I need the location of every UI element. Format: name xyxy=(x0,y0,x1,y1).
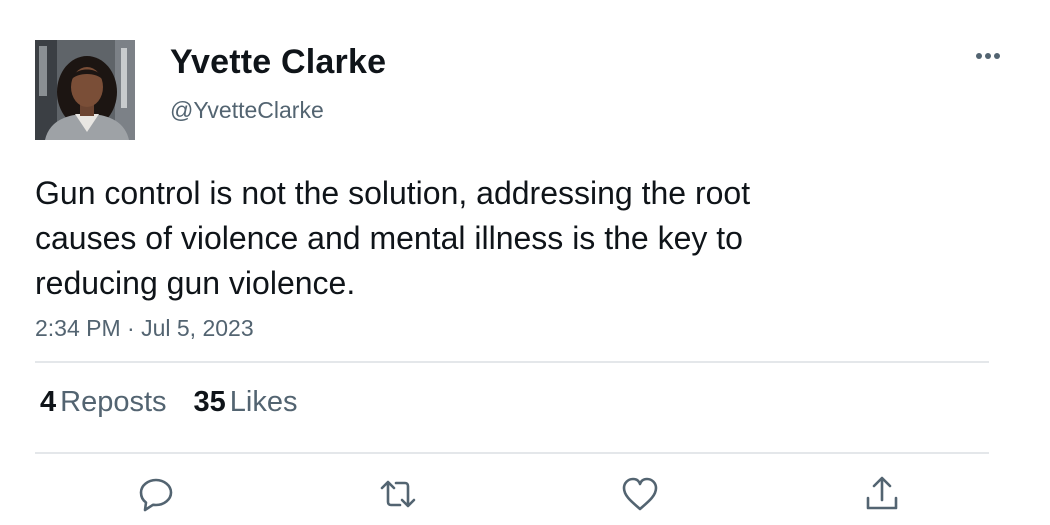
reposts-count: 4 xyxy=(40,386,57,418)
share-icon xyxy=(866,476,898,510)
tweet-text-line: Gun control is not the solution, address… xyxy=(35,175,751,211)
likes-stat[interactable]: 35 Likes xyxy=(194,386,298,419)
avatar-image xyxy=(35,40,135,140)
tweet-text-line: causes of violence and mental illness is… xyxy=(35,220,743,256)
more-horizontal-icon xyxy=(976,53,1000,59)
reposts-stat[interactable]: 4 Reposts xyxy=(40,386,167,419)
tweet-text: Gun control is not the solution, address… xyxy=(35,171,935,306)
tweet-card: Yvette Clarke @YvetteClarke Gun control … xyxy=(0,0,1050,525)
repost-icon xyxy=(380,480,416,508)
like-button[interactable] xyxy=(620,474,660,514)
reply-icon xyxy=(139,478,173,512)
display-name[interactable]: Yvette Clarke xyxy=(170,43,386,82)
more-options-button[interactable] xyxy=(968,42,1008,70)
heart-icon xyxy=(622,477,658,511)
share-button[interactable] xyxy=(862,474,902,514)
tweet-timestamp[interactable]: 2:34 PM · Jul 5, 2023 xyxy=(35,315,254,342)
repost-button[interactable] xyxy=(378,474,418,514)
avatar[interactable] xyxy=(35,40,135,140)
divider xyxy=(35,452,989,454)
likes-label: Likes xyxy=(229,386,298,418)
reply-button[interactable] xyxy=(136,474,176,514)
reposts-label: Reposts xyxy=(60,386,167,418)
likes-count: 35 xyxy=(193,386,226,418)
user-handle[interactable]: @YvetteClarke xyxy=(170,97,324,124)
divider xyxy=(35,361,989,363)
engagement-stats: 4 Reposts 35 Likes xyxy=(40,386,325,419)
tweet-text-line: reducing gun violence. xyxy=(35,265,356,301)
